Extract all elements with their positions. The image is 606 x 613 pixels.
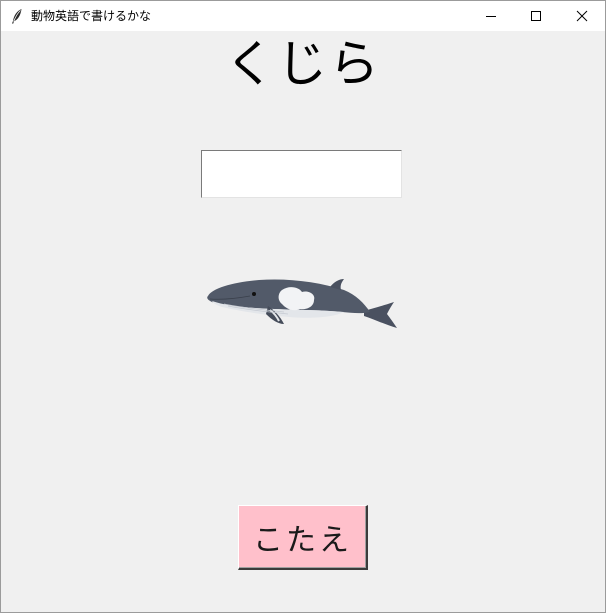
maximize-button[interactable]	[513, 1, 559, 31]
window-title: 動物英語で書けるかな	[31, 9, 152, 23]
whale-image	[207, 279, 397, 328]
answer-button[interactable]: こたえ	[238, 505, 368, 570]
feather-icon	[12, 9, 22, 24]
main-area: くじら こたえ	[1, 31, 605, 612]
close-icon	[576, 10, 588, 22]
answer-input[interactable]	[201, 150, 402, 198]
close-button[interactable]	[559, 1, 605, 31]
minimize-icon	[486, 16, 496, 17]
title-bar[interactable]: 動物英語で書けるかな	[1, 1, 605, 31]
minimize-button[interactable]	[468, 1, 514, 31]
japanese-word-label: くじら	[225, 35, 381, 93]
app-window: 動物英語で書けるかな くじら こたえ	[0, 0, 606, 613]
maximize-icon	[531, 11, 541, 21]
